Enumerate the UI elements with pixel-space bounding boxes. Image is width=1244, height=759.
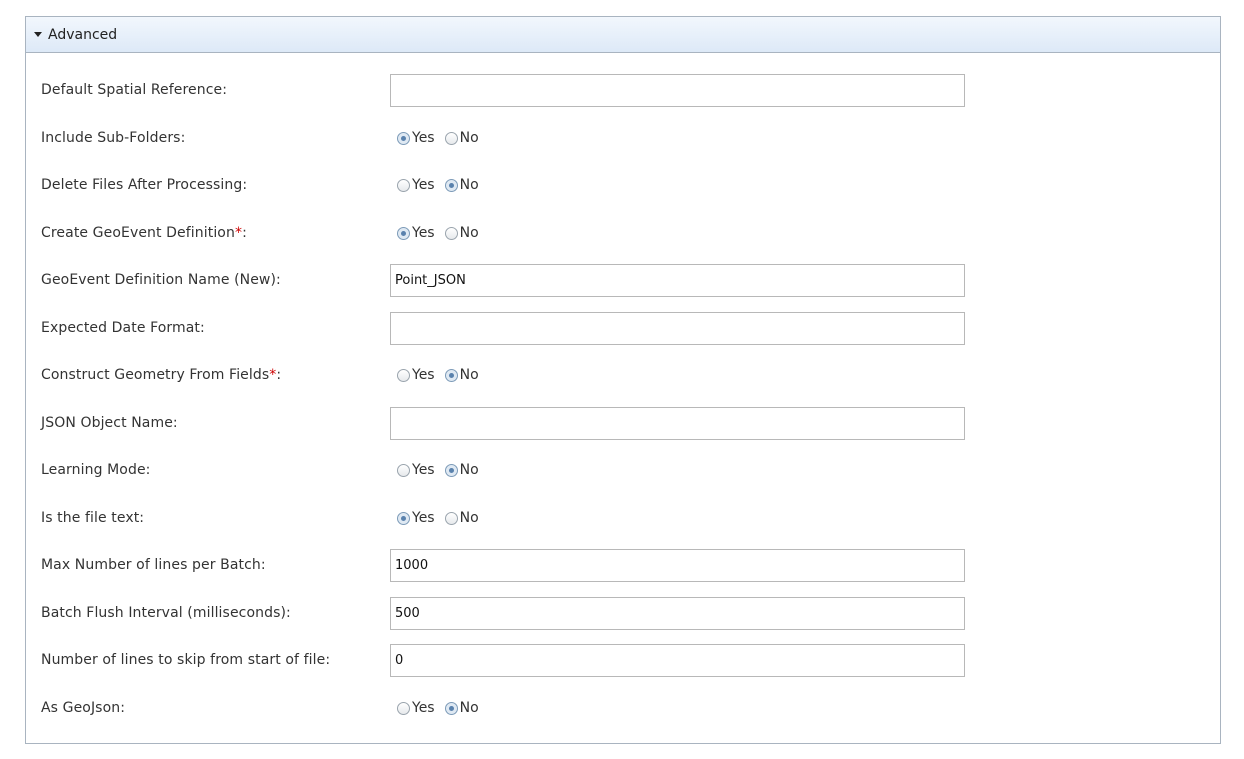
radio-label-no: No [459,510,479,526]
radio-label-no: No [459,367,479,383]
construct-geometry-radio-group: Yes No [390,367,489,383]
radio-label-yes: Yes [412,510,435,526]
label-as-geojson: As GeoJson: [41,700,126,716]
row-delete-files-after-processing: Delete Files After Processing: Yes No [41,169,489,201]
label-text: Construct Geometry From Fields [41,367,270,383]
radio-button-icon[interactable] [397,131,410,145]
label-is-the-file-text: Is the file text: [41,510,145,526]
radio-label-no: No [459,130,479,146]
label-delete-files-after-processing: Delete Files After Processing: [41,177,248,193]
label-max-lines-per-batch: Max Number of lines per Batch: [41,557,266,573]
label-learning-mode: Learning Mode: [41,462,151,478]
label-create-geoevent-definition: Create GeoEvent Definition*: [41,225,390,241]
label-expected-date-format: Expected Date Format: [41,320,205,336]
construct-geometry-yes-radio[interactable]: Yes [397,367,435,383]
is-file-text-yes-radio[interactable]: Yes [397,510,435,526]
label-suffix: : [276,367,282,383]
label-suffix: : [242,225,247,241]
default-spatial-reference-input[interactable] [390,73,965,107]
radio-label-yes: Yes [412,700,435,716]
is-file-text-no-radio[interactable]: No [444,510,479,526]
construct-geometry-no-radio[interactable]: No [444,367,479,383]
row-include-sub-folders: Include Sub-Folders: Yes No [41,122,489,154]
radio-button-icon[interactable] [397,463,410,477]
radio-button-icon[interactable] [397,226,410,240]
label-lines-to-skip: Number of lines to skip from start of fi… [41,652,331,668]
radio-button-icon[interactable] [397,368,410,382]
radio-label-yes: Yes [412,462,435,478]
include-sub-folders-yes-radio[interactable]: Yes [397,130,435,146]
geoevent-definition-name-input[interactable] [390,263,965,297]
radio-button-icon[interactable] [444,178,458,192]
include-sub-folders-no-radio[interactable]: No [444,130,479,146]
radio-button-icon[interactable] [444,131,458,145]
batch-flush-interval-input[interactable] [390,596,965,630]
radio-label-yes: Yes [412,225,435,241]
learning-mode-no-radio[interactable]: No [444,462,479,478]
label-geoevent-definition-name: GeoEvent Definition Name (New): [41,272,281,288]
as-geojson-radio-group: Yes No [390,700,489,716]
row-batch-flush-interval: Batch Flush Interval (milliseconds): [41,596,965,630]
create-geoevent-definition-no-radio[interactable]: No [444,225,479,241]
row-is-the-file-text: Is the file text: Yes No [41,502,489,534]
radio-label-no: No [459,462,479,478]
expected-date-format-input[interactable] [390,311,965,345]
learning-mode-yes-radio[interactable]: Yes [397,462,435,478]
row-as-geojson: As GeoJson: Yes No [41,692,489,724]
include-sub-folders-radio-group: Yes No [390,130,489,146]
radio-label-no: No [459,225,479,241]
radio-button-icon[interactable] [444,701,458,715]
radio-button-icon[interactable] [397,701,410,715]
radio-label-no: No [459,177,479,193]
as-geojson-yes-radio[interactable]: Yes [397,700,435,716]
delete-files-yes-radio[interactable]: Yes [397,177,435,193]
advanced-panel-header[interactable]: Advanced [26,17,1220,53]
row-learning-mode: Learning Mode: Yes No [41,454,489,486]
delete-files-radio-group: Yes No [390,177,489,193]
create-geoevent-definition-yes-radio[interactable]: Yes [397,225,435,241]
radio-button-icon[interactable] [444,511,458,525]
radio-button-icon[interactable] [397,178,410,192]
label-batch-flush-interval: Batch Flush Interval (milliseconds): [41,605,291,621]
as-geojson-no-radio[interactable]: No [444,700,479,716]
radio-label-yes: Yes [412,130,435,146]
radio-button-icon[interactable] [444,226,458,240]
required-mark: * [234,225,243,241]
label-construct-geometry-from-fields: Construct Geometry From Fields*: [41,367,390,383]
panel-title: Advanced [48,26,118,43]
is-file-text-radio-group: Yes No [390,510,489,526]
label-default-spatial-reference: Default Spatial Reference: [41,82,228,98]
radio-button-icon[interactable] [397,511,410,525]
create-geoevent-definition-radio-group: Yes No [390,225,489,241]
radio-button-icon[interactable] [444,463,458,477]
radio-button-icon[interactable] [444,368,458,382]
radio-label-no: No [459,700,479,716]
label-json-object-name: JSON Object Name: [41,415,178,431]
row-lines-to-skip: Number of lines to skip from start of fi… [41,643,965,677]
advanced-panel: Advanced Default Spatial Reference: Incl… [25,16,1221,744]
label-text: Create GeoEvent Definition [41,225,235,241]
radio-label-yes: Yes [412,177,435,193]
learning-mode-radio-group: Yes No [390,462,489,478]
lines-to-skip-input[interactable] [390,643,965,677]
radio-label-yes: Yes [412,367,435,383]
json-object-name-input[interactable] [390,406,965,440]
row-default-spatial-reference: Default Spatial Reference: [41,73,965,107]
row-json-object-name: JSON Object Name: [41,406,965,440]
delete-files-no-radio[interactable]: No [444,177,479,193]
row-max-lines-per-batch: Max Number of lines per Batch: [41,548,965,582]
max-lines-per-batch-input[interactable] [390,548,965,582]
label-include-sub-folders: Include Sub-Folders: [41,130,186,146]
caret-down-icon [34,32,42,37]
row-create-geoevent-definition: Create GeoEvent Definition*: Yes No [41,217,489,249]
row-construct-geometry-from-fields: Construct Geometry From Fields*: Yes No [41,359,489,391]
row-geoevent-definition-name: GeoEvent Definition Name (New): [41,263,965,297]
row-expected-date-format: Expected Date Format: [41,311,965,345]
